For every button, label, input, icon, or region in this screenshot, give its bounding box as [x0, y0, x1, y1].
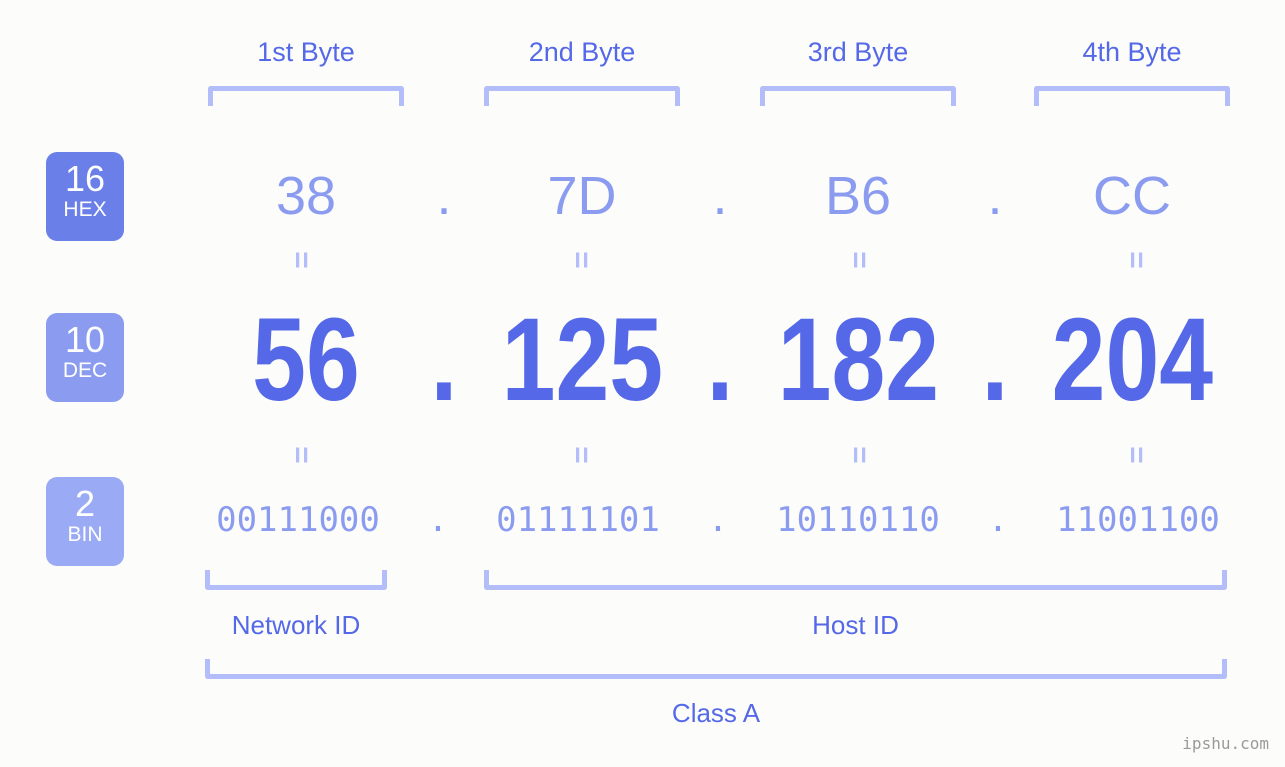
- byte-bracket-1: [208, 86, 404, 106]
- equals-marker-dec-bin-1: =: [285, 446, 318, 464]
- bin-byte-3: 10110110: [776, 500, 940, 540]
- byte-header-1: 1st Byte: [257, 37, 355, 67]
- bin-byte-1: 00111000: [216, 500, 380, 540]
- hex-separator-1: .: [436, 166, 452, 226]
- hex-separator-3: .: [987, 166, 1003, 226]
- host-id-bracket: [484, 570, 1227, 590]
- dec-byte-4: 204: [1051, 294, 1214, 426]
- hex-separator-2: .: [712, 166, 728, 226]
- bin-byte-2: 01111101: [496, 500, 660, 540]
- equals-marker-hex-dec-1: =: [285, 251, 318, 269]
- hex-byte-1: 38: [275, 166, 337, 226]
- dec-byte-1: 56: [252, 294, 360, 426]
- dec-byte-2: 125: [501, 294, 664, 426]
- watermark: ipshu.com: [1182, 734, 1269, 753]
- host-id-label: Host ID: [812, 610, 899, 640]
- bin-separator-2: .: [707, 500, 729, 540]
- bin-separator-3: .: [987, 500, 1009, 540]
- dec-separator-3: .: [981, 294, 1009, 426]
- class-bracket: [205, 659, 1227, 679]
- byte-bracket-2: [484, 86, 680, 106]
- bin-separator-1: .: [427, 500, 449, 540]
- network-id-label: Network ID: [231, 610, 361, 640]
- dec-byte-3: 182: [777, 294, 940, 426]
- byte-bracket-3: [760, 86, 956, 106]
- ip-address-diagram: 1st Byte 2nd Byte 3rd Byte 4th Byte 16 H…: [0, 0, 1285, 767]
- equals-marker-dec-bin-2: =: [565, 446, 598, 464]
- hex-byte-4: CC: [1093, 166, 1171, 226]
- class-label: Class A: [671, 698, 761, 728]
- binary-row: 00111000 . 01111101 . 10110110 . 1100110…: [0, 492, 1285, 548]
- byte-header-2: 2nd Byte: [528, 37, 636, 67]
- equals-marker-dec-bin-3: =: [843, 446, 876, 464]
- equals-marker-hex-dec-3: =: [843, 251, 876, 269]
- byte-bracket-4: [1034, 86, 1230, 106]
- dec-separator-1: .: [430, 294, 458, 426]
- hex-row: 38 . 7D . B6 . CC: [0, 148, 1285, 244]
- bin-byte-4: 11001100: [1056, 500, 1220, 540]
- dec-separator-2: .: [706, 294, 734, 426]
- hex-byte-2: 7D: [547, 166, 617, 226]
- hex-byte-3: B6: [824, 166, 892, 226]
- byte-header-3: 3rd Byte: [807, 37, 909, 67]
- equals-marker-hex-dec-4: =: [1120, 251, 1153, 269]
- equals-marker-hex-dec-2: =: [565, 251, 598, 269]
- byte-header-4: 4th Byte: [1082, 37, 1182, 67]
- equals-marker-dec-bin-4: =: [1120, 446, 1153, 464]
- decimal-row: 56 . 125 . 182 . 204: [0, 295, 1285, 425]
- network-id-bracket: [205, 570, 387, 590]
